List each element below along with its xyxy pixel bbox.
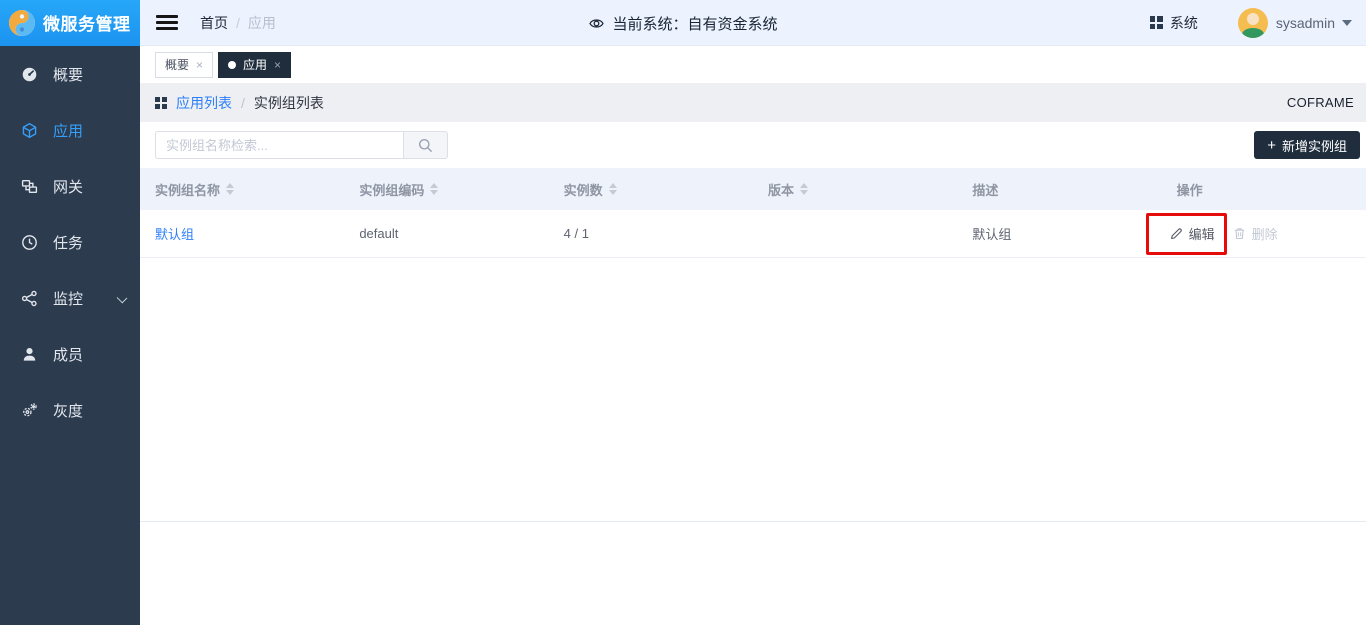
system-menu[interactable]: 系统 xyxy=(1170,13,1198,33)
module-grid-icon xyxy=(155,97,167,109)
sidebar-item-monitoring[interactable]: 监控 xyxy=(0,270,140,326)
sort-icon[interactable] xyxy=(800,183,808,195)
column-header-instance-count[interactable]: 实例数 xyxy=(549,180,753,199)
monitor-nodes-icon xyxy=(21,290,38,307)
column-header-name[interactable]: 实例组名称 xyxy=(140,180,344,199)
cell-group-code: default xyxy=(344,226,548,241)
sidebar-item-applications[interactable]: 应用 xyxy=(0,102,140,158)
column-label: 实例数 xyxy=(564,180,603,199)
app-title: 微服务管理 xyxy=(43,10,131,35)
table-header: 实例组名称 实例组编码 实例数 版本 描述 操作 xyxy=(140,168,1366,210)
dashboard-icon xyxy=(21,66,38,83)
system-grid-icon[interactable] xyxy=(1150,16,1163,29)
sidebar: 概要 应用 网关 任务 监控 xyxy=(0,46,140,625)
column-label: 实例组名称 xyxy=(155,180,220,199)
sidebar-item-gateway[interactable]: 网关 xyxy=(0,158,140,214)
add-instance-group-button[interactable]: + 新增实例组 xyxy=(1254,131,1360,159)
cell-description: 默认组 xyxy=(957,224,1161,243)
close-icon[interactable]: × xyxy=(196,58,203,72)
pencil-icon xyxy=(1170,227,1183,240)
column-header-code[interactable]: 实例组编码 xyxy=(344,180,548,199)
sidebar-item-label: 网关 xyxy=(53,176,83,197)
trash-icon xyxy=(1233,227,1246,240)
main-content: 概要 × 应用 × 应用列表 / 实例组列表 COFRAME + 新增实例组 xyxy=(140,46,1366,625)
page-breadcrumb-bar: 应用列表 / 实例组列表 COFRAME xyxy=(140,83,1366,122)
breadcrumb-app-list[interactable]: 应用列表 xyxy=(176,93,232,113)
app-cube-icon xyxy=(21,122,38,139)
topbar: 微服务管理 首页 / 应用 当前系统：自有资金系统 系统 sysadmin xyxy=(0,0,1366,46)
gateway-icon xyxy=(21,178,38,195)
sidebar-item-members[interactable]: 成员 xyxy=(0,326,140,382)
column-header-actions: 操作 xyxy=(1162,180,1366,199)
avatar[interactable] xyxy=(1238,8,1268,38)
tab-label: 应用 xyxy=(243,56,267,73)
column-label: 实例组编码 xyxy=(359,180,424,199)
sidebar-item-gray-release[interactable]: 灰度 xyxy=(0,382,140,438)
tab-applications[interactable]: 应用 × xyxy=(218,52,291,78)
eye-icon xyxy=(588,17,604,30)
cell-instance-count: 4 / 1 xyxy=(549,226,753,241)
gray-release-icon xyxy=(21,402,38,419)
breadcrumb-instance-group-list: 实例组列表 xyxy=(254,93,324,113)
tab-overview[interactable]: 概要 × xyxy=(155,52,213,78)
tab-label: 概要 xyxy=(165,56,189,73)
sort-icon[interactable] xyxy=(226,183,234,195)
member-icon xyxy=(21,346,38,363)
search-icon xyxy=(418,138,433,153)
sort-icon[interactable] xyxy=(430,183,438,195)
content-bottom-divider xyxy=(140,258,1366,522)
user-dropdown-caret-icon[interactable] xyxy=(1342,20,1352,26)
search-button[interactable] xyxy=(403,131,448,159)
tab-bar: 概要 × 应用 × xyxy=(140,46,1366,83)
username[interactable]: sysadmin xyxy=(1276,15,1335,31)
delete-label: 删除 xyxy=(1252,224,1278,243)
brand-label: COFRAME xyxy=(1287,95,1354,110)
column-label: 描述 xyxy=(972,180,998,199)
sidebar-item-tasks[interactable]: 任务 xyxy=(0,214,140,270)
sidebar-item-overview[interactable]: 概要 xyxy=(0,46,140,102)
add-button-label: 新增实例组 xyxy=(1282,136,1347,155)
breadcrumb: 首页 / 应用 xyxy=(200,13,276,33)
breadcrumb-separator: / xyxy=(236,15,240,31)
current-system-indicator: 当前系统：自有资金系统 xyxy=(588,0,777,46)
plus-icon: + xyxy=(1267,138,1276,153)
cell-group-name[interactable]: 默认组 xyxy=(140,224,344,243)
topbar-right: 系统 sysadmin xyxy=(1150,8,1366,38)
sidebar-item-label: 监控 xyxy=(53,288,83,309)
sidebar-item-label: 灰度 xyxy=(53,400,83,421)
active-dot-icon xyxy=(228,61,236,69)
sidebar-item-label: 成员 xyxy=(53,344,83,365)
breadcrumb-separator: / xyxy=(241,95,245,111)
column-label: 操作 xyxy=(1177,180,1203,199)
sidebar-item-label: 概要 xyxy=(53,64,83,85)
app-logo: 微服务管理 xyxy=(0,0,140,46)
cell-actions: 编辑 删除 xyxy=(1162,224,1366,243)
sidebar-item-label: 应用 xyxy=(53,120,83,141)
edit-label: 编辑 xyxy=(1189,224,1215,243)
current-system-label: 当前系统：自有资金系统 xyxy=(612,13,777,34)
sidebar-item-label: 任务 xyxy=(53,232,83,253)
hamburger-menu-icon[interactable] xyxy=(156,15,178,30)
column-label: 版本 xyxy=(768,180,794,199)
logo-swirl-icon xyxy=(7,8,37,38)
delete-button[interactable]: 删除 xyxy=(1233,224,1278,243)
sort-icon[interactable] xyxy=(609,183,617,195)
task-clock-icon xyxy=(21,234,38,251)
toolbar: + 新增实例组 xyxy=(140,122,1366,168)
breadcrumb-home[interactable]: 首页 xyxy=(200,13,228,33)
search-input[interactable] xyxy=(155,131,403,159)
close-icon[interactable]: × xyxy=(274,58,281,72)
chevron-down-icon[interactable] xyxy=(117,293,128,304)
column-header-version[interactable]: 版本 xyxy=(753,180,957,199)
column-header-description: 描述 xyxy=(957,180,1161,199)
edit-button[interactable]: 编辑 xyxy=(1170,224,1215,243)
table-row: 默认组 default 4 / 1 默认组 编辑 删除 xyxy=(140,210,1366,258)
breadcrumb-current: 应用 xyxy=(248,13,276,33)
